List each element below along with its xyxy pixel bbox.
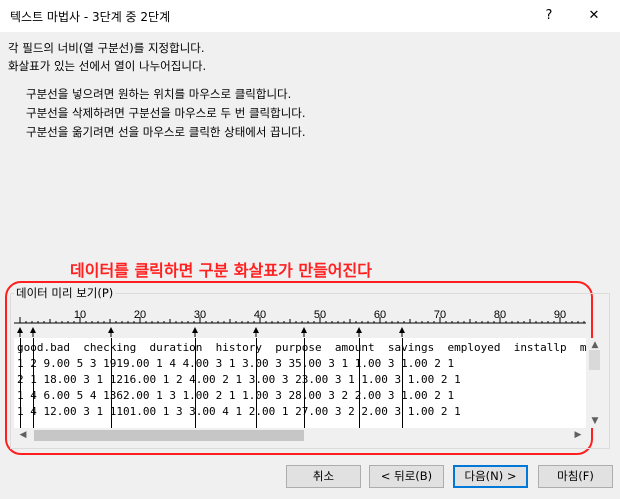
cancel-button[interactable]: 취소 [286, 465, 361, 488]
preview-header-row: good.bad checking duration history purpo… [17, 341, 586, 354]
column-break-line[interactable] [402, 338, 403, 428]
next-button[interactable]: 다음(N) > [453, 465, 528, 488]
instruction-bullet-1: 구분선을 넣으려면 원하는 위치를 마우스로 클릭합니다. [26, 87, 292, 101]
ruler-tick-label: 10 [74, 309, 86, 321]
scroll-down-arrow-icon[interactable]: ▼ [588, 414, 602, 428]
instruction-bullet-3: 구분선을 옮기려면 선을 마우스로 클릭한 상태에서 끕니다. [26, 125, 306, 139]
scroll-right-arrow-icon[interactable]: ▶ [571, 428, 585, 442]
back-button[interactable]: < 뒤로(B) [369, 465, 444, 488]
annotation-text: 데이터를 클릭하면 구분 화살표가 만들어진다 [70, 261, 372, 280]
ruler-tick-label: 90 [554, 309, 566, 321]
horizontal-scroll-thumb[interactable] [34, 430, 304, 441]
column-break-line[interactable] [256, 338, 257, 428]
column-break-line[interactable] [111, 338, 112, 428]
preview-label: 데이터 미리 보기(P) [14, 285, 116, 301]
data-preview[interactable]: good.bad checking duration history purpo… [14, 338, 586, 428]
column-break-line[interactable] [20, 338, 21, 428]
column-ruler[interactable]: 10 20 30 40 50 60 70 80 90 [14, 309, 586, 337]
window-title: 텍스트 마법사 - 3단계 중 2단계 [10, 10, 171, 24]
preview-row: 1 4 6.00 5 4 1362.00 1 3 1.00 2 1 1.00 3… [17, 389, 455, 402]
ruler-tick-label: 20 [134, 309, 146, 321]
instruction-line-2: 화살표가 있는 선에서 열이 나누어집니다. [8, 59, 207, 73]
vertical-scroll-thumb[interactable] [589, 350, 600, 370]
preview-row: 1 2 9.00 5 3 1919.00 1 4 4.00 3 1 3.00 3… [17, 357, 455, 370]
instruction-line-1: 각 필드의 너비(열 구분선)를 지정합니다. [8, 41, 205, 55]
column-break-line[interactable] [33, 338, 34, 428]
ruler-tick-label: 50 [314, 309, 326, 321]
close-button[interactable]: ✕ [582, 5, 606, 27]
finish-button[interactable]: 마침(F) [538, 465, 613, 488]
ruler-tick-label: 70 [434, 309, 446, 321]
preview-row: 1 4 12.00 3 1 1101.00 1 3 3.00 4 1 2.00 … [17, 405, 461, 418]
ruler-tick-label: 40 [254, 309, 266, 321]
column-break-line[interactable] [359, 338, 360, 428]
ruler-tick-label: 30 [194, 309, 206, 321]
column-break-line[interactable] [195, 338, 196, 428]
help-button[interactable]: ? [537, 5, 561, 27]
scroll-up-arrow-icon[interactable]: ▲ [588, 338, 602, 352]
scroll-left-arrow-icon[interactable]: ◀ [16, 428, 30, 442]
instruction-bullet-2: 구분선을 삭제하려면 구분선을 마우스로 두 번 클릭합니다. [26, 106, 306, 120]
ruler-tick-label: 80 [494, 309, 506, 321]
preview-row: 2 1 18.00 3 1 1216.00 1 2 4.00 2 1 3.00 … [17, 373, 461, 386]
column-break-line[interactable] [304, 338, 305, 428]
ruler-tick-label: 60 [374, 309, 386, 321]
